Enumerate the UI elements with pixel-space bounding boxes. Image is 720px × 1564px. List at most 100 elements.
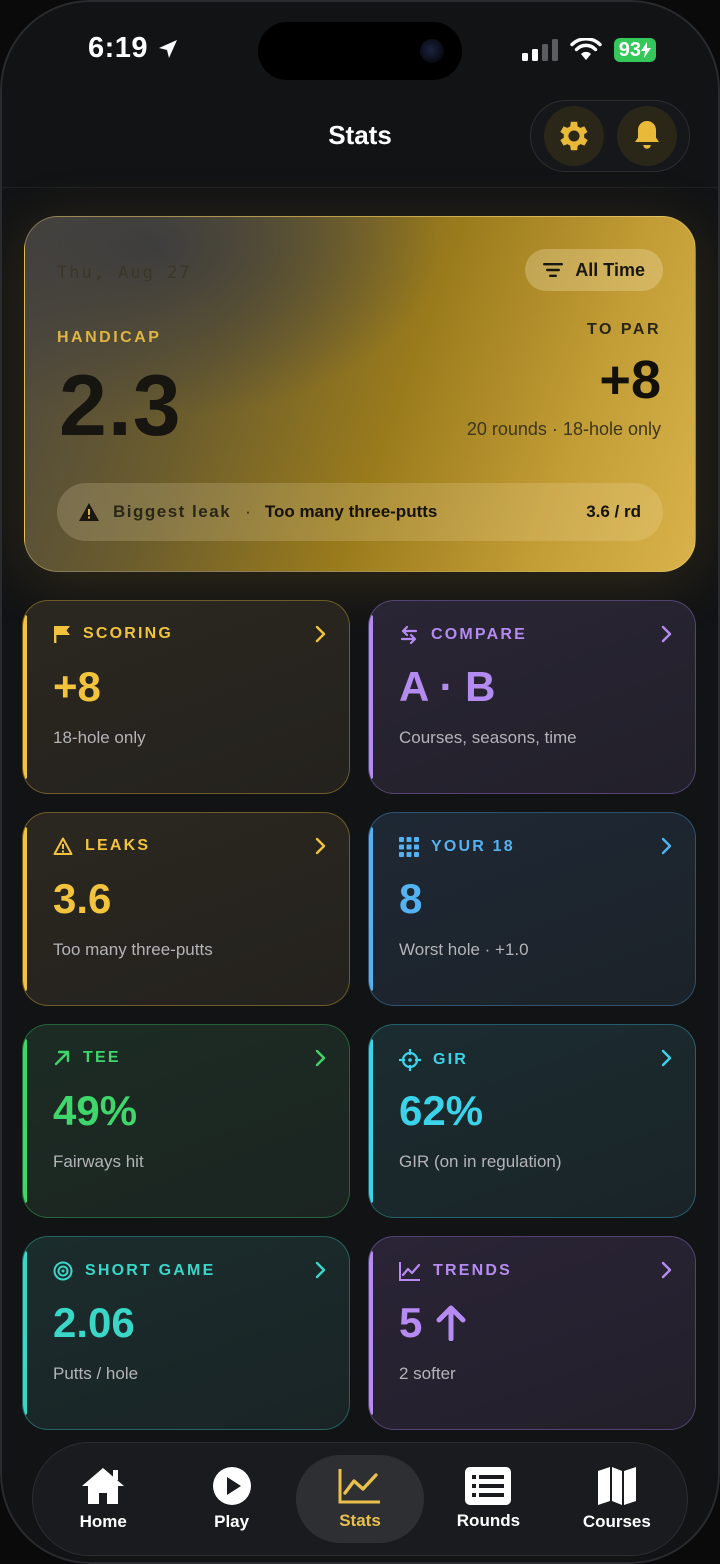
trend-chart-icon [399,1262,421,1281]
tile-value: 8 [399,875,423,922]
time-range-label: All Time [575,259,645,280]
chevron-right-icon [315,837,326,855]
tab-label: Courses [582,1512,651,1531]
tab-home[interactable]: Home [39,1455,167,1543]
leaks-tile[interactable]: LEAKS 3.6 Too many three-putts [22,812,350,1006]
house-icon [82,1468,125,1504]
warning-icon [53,837,73,855]
tile-subtitle: Fairways hit [53,1152,144,1171]
status-indicators: 93 [521,38,656,62]
scoring-tile[interactable]: SCORING +8 18-hole only [22,600,350,794]
swap-arrows-icon [400,625,418,645]
chevron-right-icon [661,837,672,855]
flag-icon [54,626,70,643]
bell-icon [634,121,659,149]
tile-value: +8 [53,663,101,710]
tile-title: SCORING [83,625,174,642]
short-game-tile[interactable]: SHORT GAME 2.06 Putts / hole [22,1236,350,1430]
battery-indicator: 93 [613,38,656,62]
handicap-label: HANDICAP [57,329,162,346]
bottom-tab-bar: Home Play Stats Rounds Courses [32,1442,688,1556]
status-time-text: 6:19 [88,32,149,64]
tile-title: GIR [433,1051,469,1068]
chevron-right-icon [661,1049,672,1067]
tile-value: 3.6 [53,875,112,922]
tile-subtitle: Worst hole · +1.0 [399,940,529,959]
handicap-value: 2.3 [59,358,182,454]
bolt-icon [641,42,651,58]
trends-tile[interactable]: TRENDS 5 2 softer [368,1236,696,1430]
play-icon [212,1467,251,1505]
biggest-leak-banner[interactable]: Biggest leak · Too many three-putts 3.6 … [57,483,663,541]
tile-title: COMPARE [431,626,527,643]
tile-subtitle: Too many three-putts [53,940,213,959]
arrow-up-icon [436,1305,466,1341]
tab-play[interactable]: Play [167,1455,295,1543]
compare-tile[interactable]: COMPARE A · B Courses, seasons, time [368,600,696,794]
tile-subtitle: GIR (on in regulation) [399,1152,562,1171]
handicap-hero-card[interactable]: Thu, Aug 27 All Time HANDICAP 2.3 TO PAR… [24,216,696,572]
tile-value: 2.06 [53,1299,135,1346]
tab-label: Stats [339,1511,381,1530]
chevron-right-icon [315,625,326,643]
tile-subtitle: 18-hole only [53,728,146,747]
tile-value: 62% [399,1087,484,1134]
chevron-right-icon [661,625,672,643]
status-time: 6:19 [88,32,180,65]
tab-rounds[interactable]: Rounds [424,1455,552,1543]
to-par-label: TO PAR [587,321,661,338]
wifi-icon [570,38,602,60]
filter-lines-icon [543,263,564,277]
tab-label: Rounds [456,1511,521,1530]
tile-title: TRENDS [433,1262,512,1279]
location-arrow-icon [159,39,178,58]
to-par-value: +8 [599,350,661,410]
tile-title: TEE [83,1049,121,1066]
time-range-filter-button[interactable]: All Time [525,249,663,291]
gear-icon [559,121,588,151]
battery-level: 93 [618,39,641,61]
biggest-leak-text: Too many three-putts [264,502,438,521]
map-icon [597,1467,636,1505]
tab-label: Home [79,1512,127,1531]
tile-title: SHORT GAME [85,1262,216,1279]
biggest-leak-label: Biggest leak [113,502,232,521]
list-icon [465,1467,512,1505]
tile-title: LEAKS [85,837,151,854]
your-18-tile[interactable]: YOUR 18 8 Worst hole · +1.0 [368,812,696,1006]
header-actions [530,100,690,172]
phone-screen: 6:19 93 Stats Thu, Aug 27 All Time HANDI… [0,0,720,1564]
rounds-summary: 20 rounds · 18-hole only [466,419,661,439]
crosshair-icon [399,1049,421,1071]
tab-stats[interactable]: Stats [295,1455,425,1543]
camera-icon [420,39,444,63]
trends-count: 5 [399,1299,423,1346]
warning-icon [79,503,99,521]
tile-subtitle: 2 softer [399,1364,456,1383]
tile-value: A · B [399,663,496,710]
tab-label: Play [214,1512,250,1531]
tile-title: YOUR 18 [431,838,515,855]
dynamic-island [258,22,462,80]
tab-courses[interactable]: Courses [553,1455,681,1543]
gir-tile[interactable]: GIR 62% GIR (on in regulation) [368,1024,696,1218]
hero-date: Thu, Aug 27 [57,263,192,283]
tile-subtitle: Courses, seasons, time [399,728,577,747]
chevron-right-icon [661,1261,672,1279]
cellular-signal-icon [521,39,558,61]
chevron-right-icon [315,1261,326,1279]
target-icon [53,1261,73,1281]
biggest-leak-rate: 3.6 / rd [586,502,641,521]
separator-dot: · [245,502,251,521]
tile-subtitle: Putts / hole [53,1364,139,1383]
chevron-right-icon [315,1049,326,1067]
chart-icon [338,1469,381,1504]
arrow-up-right-icon [54,1050,70,1066]
tee-tile[interactable]: TEE 49% Fairways hit [22,1024,350,1218]
grid-icon [399,837,419,857]
notifications-button[interactable] [616,106,677,166]
tile-value: 5 [399,1299,466,1347]
settings-button[interactable] [543,106,604,166]
tile-value: 49% [53,1087,138,1134]
app-header: Stats [0,88,720,188]
